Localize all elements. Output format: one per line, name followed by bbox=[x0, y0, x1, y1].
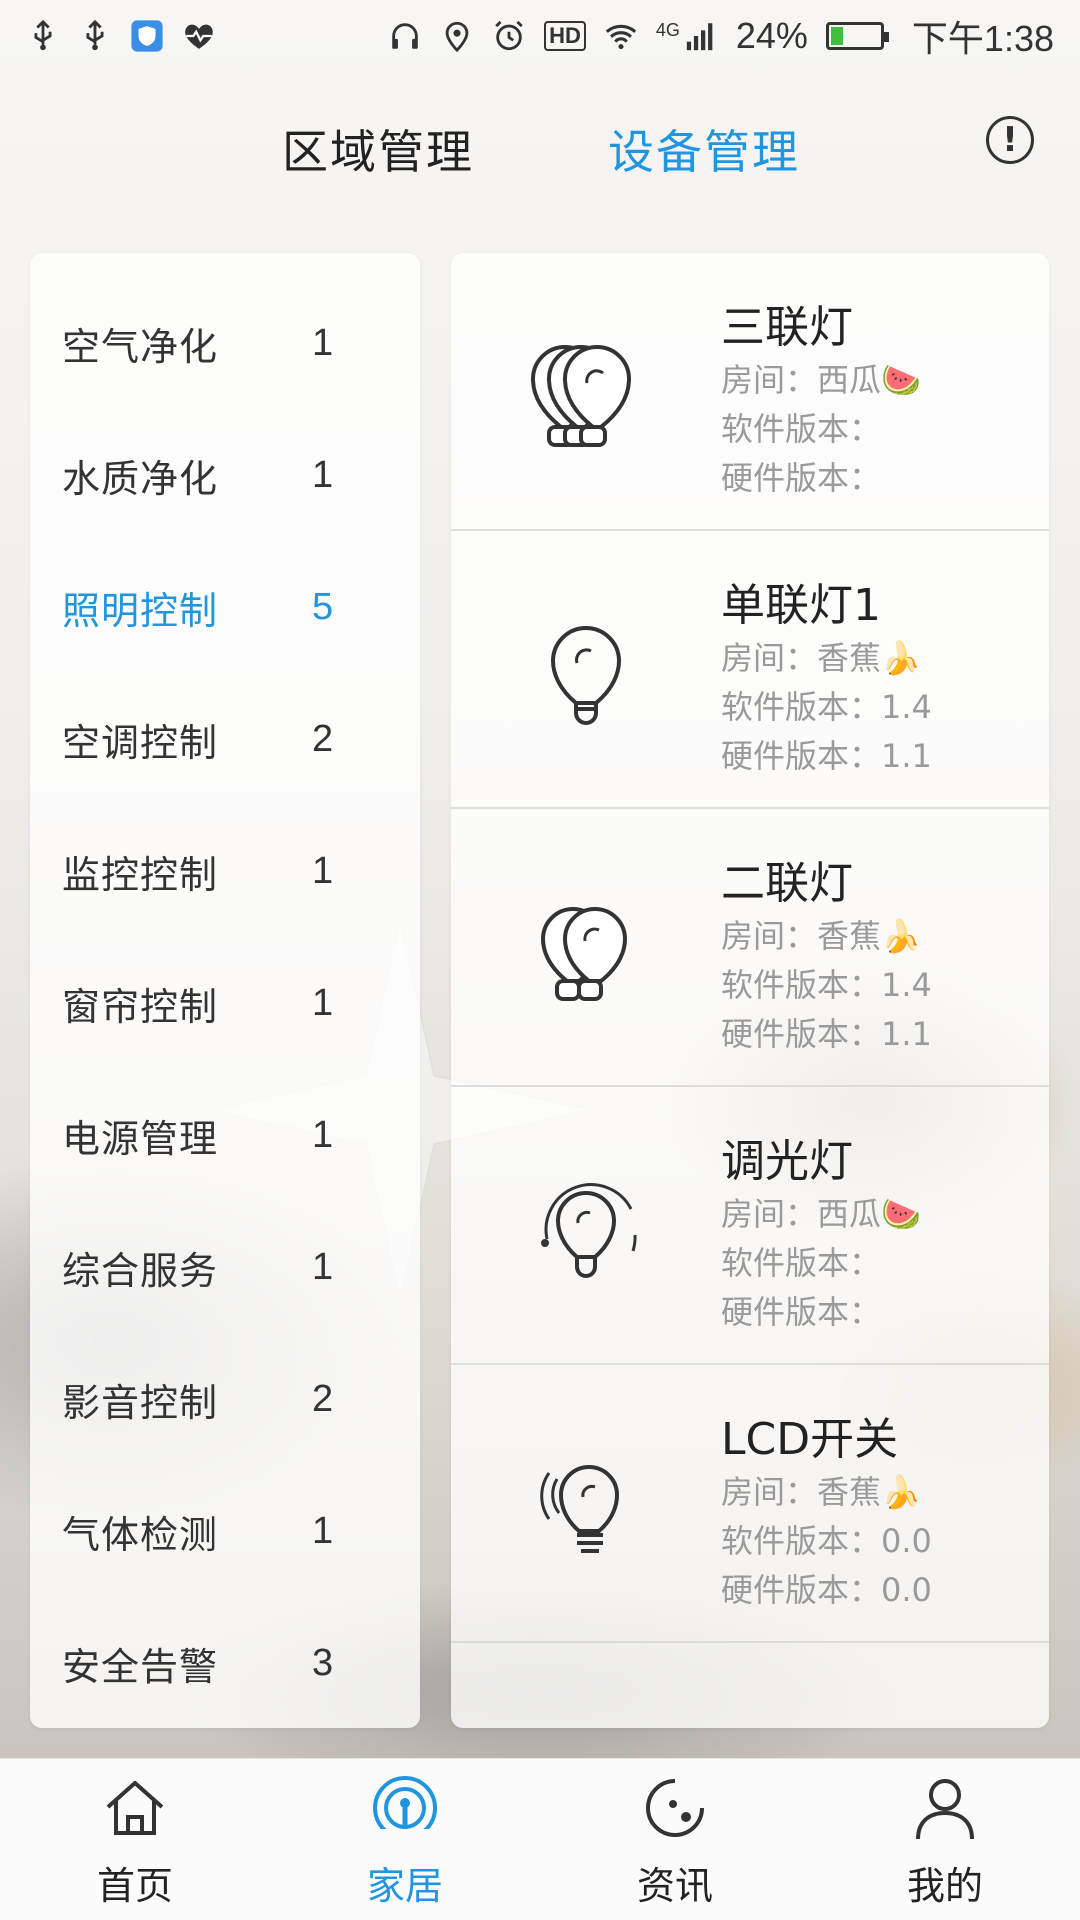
category-item-air-purification[interactable]: 空气净化 1 bbox=[30, 277, 420, 409]
shield-icon bbox=[131, 20, 163, 52]
nav-label: 家居 bbox=[366, 1864, 443, 1908]
category-label: 影音控制 bbox=[62, 1380, 219, 1425]
category-item-security-alarm[interactable]: 安全告警 3 bbox=[30, 1597, 420, 1728]
device-software-version: 软件版本：1.4 bbox=[721, 966, 932, 1004]
category-count: 1 bbox=[312, 321, 334, 364]
nav-label: 我的 bbox=[906, 1864, 983, 1908]
category-list: 空气净化 1 水质净化 1 照明控制 5 空调控制 2 监控控制 1 窗帘控制 … bbox=[30, 253, 420, 1728]
category-count: 1 bbox=[312, 981, 334, 1024]
category-item-ac-control[interactable]: 空调控制 2 bbox=[30, 673, 420, 805]
profile-icon bbox=[916, 1779, 974, 1840]
device-hardware-version: 硬件版本：1.1 bbox=[721, 1015, 932, 1053]
device-software-version: 软件版本： bbox=[721, 410, 882, 448]
status-bar-left bbox=[26, 19, 216, 53]
device-hardware-version: 硬件版本：0.0 bbox=[721, 1571, 932, 1609]
category-label: 窗帘控制 bbox=[62, 984, 219, 1029]
device-name: LCD开关 bbox=[721, 1414, 899, 1465]
category-label: 照明控制 bbox=[62, 588, 219, 633]
nav-item-news[interactable]: 资讯 bbox=[540, 1759, 810, 1920]
category-count: 1 bbox=[312, 1113, 334, 1156]
device-room: 房间：西瓜🍉 bbox=[721, 1195, 921, 1233]
device-card-lcd-switch[interactable]: LCD开关 房间：香蕉🍌 软件版本：0.0 硬件版本：0.0 bbox=[451, 1365, 1049, 1643]
antenna-icon bbox=[373, 1776, 437, 1841]
device-hardware-version: 硬件版本： bbox=[721, 1293, 882, 1331]
device-card-single-light[interactable]: 单联灯1 房间：香蕉🍌 软件版本：1.4 硬件版本：1.1 bbox=[451, 531, 1049, 809]
category-count: 5 bbox=[312, 585, 334, 628]
network-type: 4G bbox=[655, 20, 680, 40]
device-card-triple-light[interactable]: 三联灯 房间：西瓜🍉 软件版本： 硬件版本： bbox=[451, 253, 1049, 531]
category-count: 3 bbox=[312, 1641, 334, 1684]
category-count: 1 bbox=[312, 1509, 334, 1552]
status-bar-right: HD 4G 24% 下午1:38 bbox=[388, 10, 1054, 62]
device-room: 房间：香蕉🍌 bbox=[721, 639, 921, 677]
category-count: 2 bbox=[312, 717, 334, 760]
category-label: 安全告警 bbox=[62, 1644, 219, 1689]
category-count: 1 bbox=[312, 1245, 334, 1288]
category-label: 监控控制 bbox=[62, 852, 219, 897]
device-hardware-version: 硬件版本： bbox=[721, 459, 882, 497]
device-hardware-version: 硬件版本：1.1 bbox=[721, 737, 932, 775]
category-label: 电源管理 bbox=[62, 1116, 219, 1161]
battery-icon bbox=[825, 22, 889, 50]
device-software-version: 软件版本：0.0 bbox=[721, 1522, 932, 1560]
tab-area-management[interactable]: 区域管理 bbox=[282, 116, 474, 182]
alarm-icon bbox=[495, 20, 523, 51]
home-icon bbox=[106, 1781, 164, 1835]
device-name: 单联灯1 bbox=[721, 580, 881, 631]
category-label: 气体检测 bbox=[62, 1512, 219, 1557]
info-icon[interactable]: ! bbox=[986, 116, 1034, 164]
category-item-power-management[interactable]: 电源管理 1 bbox=[30, 1069, 420, 1201]
dimmer-bulb-icon bbox=[541, 1183, 637, 1278]
triple-bulb-icon bbox=[530, 345, 632, 447]
top-tab-bar: 区域管理 设备管理 ! bbox=[0, 72, 1080, 222]
lcd-switch-bulb-icon bbox=[540, 1465, 620, 1553]
status-bar: HD 4G 24% 下午1:38 bbox=[0, 0, 1080, 72]
category-label: 综合服务 bbox=[62, 1248, 219, 1293]
category-label: 空气净化 bbox=[62, 324, 219, 369]
category-item-curtain-control[interactable]: 窗帘控制 1 bbox=[30, 937, 420, 1069]
device-software-version: 软件版本：1.4 bbox=[721, 688, 932, 726]
device-card-double-light[interactable]: 二联灯 房间：香蕉🍌 软件版本：1.4 硬件版本：1.1 bbox=[451, 809, 1049, 1087]
nav-item-home[interactable]: 首页 bbox=[0, 1759, 270, 1920]
device-name: 二联灯 bbox=[721, 858, 853, 909]
category-count: 1 bbox=[312, 453, 334, 496]
location-icon bbox=[445, 21, 469, 53]
double-bulb-icon bbox=[540, 907, 628, 1001]
category-label: 空调控制 bbox=[62, 720, 219, 765]
headphones-icon bbox=[392, 23, 418, 49]
device-room: 房间：西瓜🍉 bbox=[721, 361, 921, 399]
tab-device-management[interactable]: 设备管理 bbox=[608, 116, 800, 182]
battery-percent: 24% bbox=[735, 15, 808, 56]
clock: 下午1:38 bbox=[911, 18, 1054, 59]
category-count: 1 bbox=[312, 849, 334, 892]
category-item-av-control[interactable]: 影音控制 2 bbox=[30, 1333, 420, 1465]
nav-item-profile[interactable]: 我的 bbox=[810, 1759, 1080, 1920]
category-count: 2 bbox=[312, 1377, 334, 1420]
category-item-surveillance-control[interactable]: 监控控制 1 bbox=[30, 805, 420, 937]
category-item-water-purification[interactable]: 水质净化 1 bbox=[30, 409, 420, 541]
category-item-general-service[interactable]: 综合服务 1 bbox=[30, 1201, 420, 1333]
device-room: 房间：香蕉🍌 bbox=[721, 1473, 921, 1511]
device-name: 调光灯 bbox=[721, 1136, 853, 1187]
wifi-icon bbox=[605, 24, 637, 50]
nav-label: 资讯 bbox=[636, 1864, 713, 1908]
nav-label: 首页 bbox=[96, 1864, 173, 1908]
usb-icon bbox=[86, 19, 104, 51]
hd-badge: HD bbox=[544, 21, 586, 51]
category-item-gas-detection[interactable]: 气体检测 1 bbox=[30, 1465, 420, 1597]
heartbeat-icon bbox=[185, 24, 213, 49]
device-card-dimmer-light[interactable]: 调光灯 房间：西瓜🍉 软件版本： 硬件版本： bbox=[451, 1087, 1049, 1365]
usb-icon bbox=[34, 19, 52, 51]
signal-icon bbox=[686, 23, 713, 51]
category-item-lighting-control[interactable]: 照明控制 5 bbox=[30, 541, 420, 673]
device-room: 房间：香蕉🍌 bbox=[721, 917, 921, 955]
bottom-nav: 首页 家居 资讯 我的 bbox=[0, 1758, 1080, 1920]
device-list: 三联灯 房间：西瓜🍉 软件版本： 硬件版本： 单联灯1 房间：香蕉🍌 软件版本：… bbox=[451, 253, 1049, 1728]
single-bulb-icon bbox=[550, 626, 622, 725]
category-label: 水质净化 bbox=[62, 456, 219, 501]
device-name: 三联灯 bbox=[721, 302, 853, 353]
nav-item-smart-home[interactable]: 家居 bbox=[270, 1759, 540, 1920]
device-software-version: 软件版本： bbox=[721, 1244, 882, 1282]
news-icon bbox=[646, 1779, 704, 1837]
